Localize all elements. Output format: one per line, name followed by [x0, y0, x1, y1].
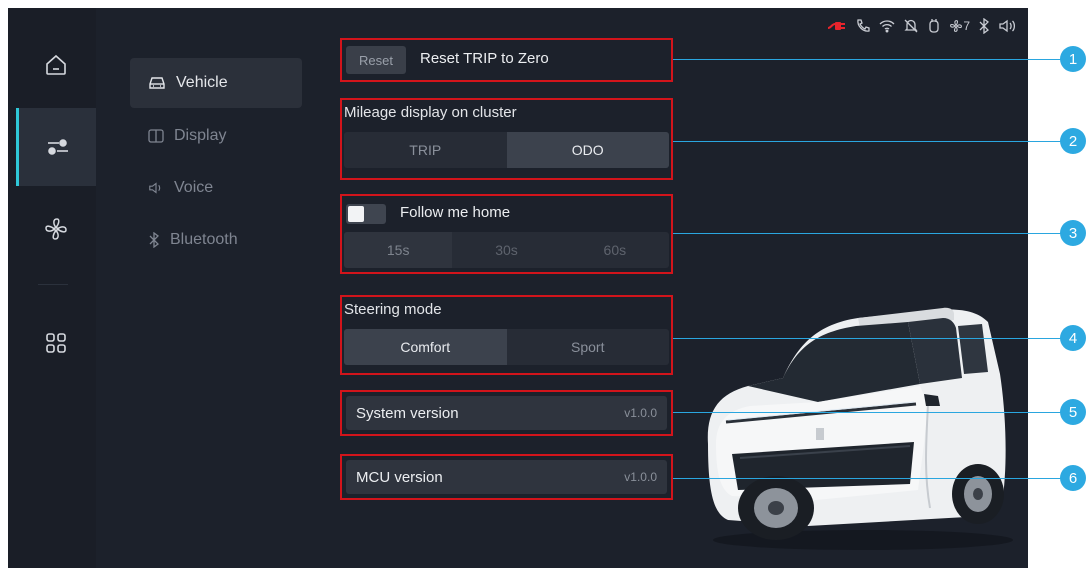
callout-line-6	[673, 478, 1061, 479]
left-rail	[8, 8, 96, 568]
subnav-item-label: Voice	[174, 179, 214, 196]
fan-icon	[45, 218, 67, 240]
subnav-item-vehicle[interactable]: Vehicle	[130, 58, 302, 108]
car-icon	[149, 77, 165, 89]
subnav-item-display[interactable]: Display	[130, 110, 302, 162]
callout-line-2	[673, 141, 1061, 142]
system-version-value: v1.0.0	[624, 406, 657, 420]
duration-option-15s[interactable]: 15s	[344, 232, 453, 268]
speaker-icon	[998, 16, 1016, 36]
callout-badge-1: 1	[1060, 46, 1086, 72]
mcu-version-panel: MCU version v1.0.0	[340, 454, 673, 500]
mileage-option-odo[interactable]: ODO	[506, 132, 669, 168]
apps-grid-icon	[46, 333, 66, 353]
rail-settings-button[interactable]	[16, 108, 96, 186]
follow-me-home-panel: Follow me home 15s 30s 60s	[340, 194, 673, 274]
mileage-option-trip[interactable]: TRIP	[344, 132, 507, 168]
bluetooth-icon	[978, 16, 990, 36]
voice-icon	[149, 182, 161, 194]
steering-mode-title: Steering mode	[344, 301, 442, 318]
system-version-label: System version	[356, 404, 459, 422]
follow-me-home-label: Follow me home	[400, 204, 511, 221]
mileage-panel: Mileage display on cluster TRIP ODO	[340, 98, 673, 180]
subnav-item-voice[interactable]: Voice	[130, 162, 302, 214]
steering-mode-panel: Steering mode Comfort Sport	[340, 295, 673, 375]
bell-off-icon	[903, 16, 919, 36]
reset-trip-button[interactable]: Reset	[346, 46, 406, 74]
home-icon	[46, 54, 66, 75]
charging-plug-icon	[827, 16, 847, 36]
rail-home-button[interactable]	[16, 26, 96, 104]
subnav-item-label: Bluetooth	[170, 231, 238, 248]
fan-level-indicator: 7	[949, 16, 970, 36]
callout-line-3	[673, 233, 1061, 234]
status-bar: 7	[827, 14, 1016, 38]
seat-heat-icon	[927, 16, 941, 36]
system-version-row: System version v1.0.0	[346, 396, 667, 430]
rail-divider	[38, 284, 68, 285]
subnav-item-label: Display	[174, 127, 227, 144]
fan-small-icon	[950, 20, 963, 32]
follow-me-home-duration-control: 15s 30s 60s	[344, 232, 669, 268]
vehicle-illustration	[707, 307, 1013, 550]
mileage-title: Mileage display on cluster	[344, 104, 517, 121]
subnav-item-label: Vehicle	[176, 74, 228, 91]
steering-option-comfort[interactable]: Comfort	[344, 329, 507, 365]
callout-line-5	[673, 412, 1061, 413]
settings-sliders-icon	[47, 139, 68, 155]
mileage-segmented-control: TRIP ODO	[344, 132, 669, 168]
toggle-knob	[348, 206, 364, 222]
callout-line-4	[673, 338, 1061, 339]
duration-option-30s[interactable]: 30s	[452, 232, 560, 268]
mcu-version-value: v1.0.0	[624, 470, 657, 484]
callout-line-1	[673, 59, 1061, 60]
subnav-item-bluetooth[interactable]: Bluetooth	[130, 214, 302, 266]
callout-badge-5: 5	[1060, 399, 1086, 425]
settings-screen: 7 Vehicle Display Voice Bluetooth Reset …	[8, 8, 1028, 568]
trip-reset-panel: Reset Reset TRIP to Zero	[340, 38, 673, 82]
follow-me-home-toggle[interactable]	[346, 204, 386, 224]
callout-badge-3: 3	[1060, 220, 1086, 246]
steering-segmented-control: Comfort Sport	[344, 329, 669, 365]
reset-trip-label: Reset TRIP to Zero	[420, 50, 549, 67]
steering-option-sport[interactable]: Sport	[507, 329, 670, 365]
callout-badge-6: 6	[1060, 465, 1086, 491]
callout-badge-4: 4	[1060, 325, 1086, 351]
wifi-icon	[879, 16, 895, 36]
bluetooth-icon	[149, 232, 159, 248]
duration-option-60s[interactable]: 60s	[561, 232, 669, 268]
rail-climate-button[interactable]	[16, 190, 96, 268]
settings-subnav: Vehicle Display Voice Bluetooth	[130, 58, 302, 266]
display-icon	[148, 129, 164, 143]
phone-icon	[855, 16, 871, 36]
mcu-version-row: MCU version v1.0.0	[346, 460, 667, 494]
system-version-panel: System version v1.0.0	[340, 390, 673, 436]
mcu-version-label: MCU version	[356, 468, 443, 486]
fan-level-text: 7	[963, 19, 970, 33]
callout-badge-2: 2	[1060, 128, 1086, 154]
rail-apps-button[interactable]	[16, 304, 96, 382]
